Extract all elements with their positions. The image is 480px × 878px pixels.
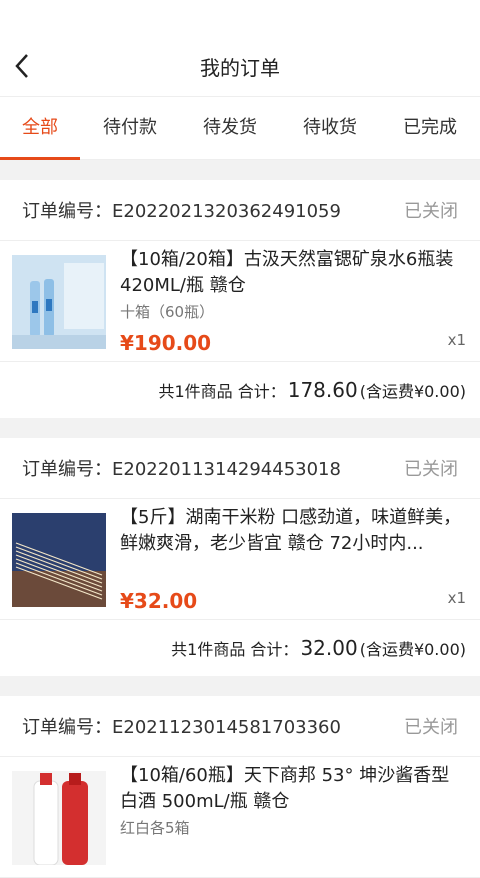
order-card[interactable]: 订单编号：E2021123014581703360 已关闭 【10箱/60瓶】天… [0, 696, 480, 878]
tab-all[interactable]: 全部 [0, 97, 80, 160]
product-quantity: x1 [447, 331, 466, 349]
order-status: 已关闭 [404, 717, 458, 738]
order-item[interactable]: 【5斤】湖南干米粉 口感劲道，味道鲜美，鲜嫩爽滑，老少皆宜 赣仓 72小时内..… [0, 499, 480, 620]
order-number: 订单编号：E2021123014581703360 [22, 717, 341, 738]
shipping-fee: (含运费¥0.00) [359, 382, 466, 401]
order-header: 订单编号：E2022011314294453018 已关闭 [0, 438, 480, 499]
product-price: ¥32.00 [120, 589, 198, 613]
order-card[interactable]: 订单编号：E2022011314294453018 已关闭 【5斤】湖南干米粉 … [0, 438, 480, 676]
tab-pending-payment[interactable]: 待付款 [80, 97, 180, 159]
order-tabs: 全部 待付款 待发货 待收货 已完成 [0, 96, 480, 160]
tab-completed[interactable]: 已完成 [380, 97, 480, 159]
product-title: 【5斤】湖南干米粉 口感劲道，味道鲜美，鲜嫩爽滑，老少皆宜 赣仓 72小时内..… [120, 507, 462, 554]
tab-pending-shipment[interactable]: 待发货 [180, 97, 280, 159]
product-title: 【10箱/60瓶】天下商邦 53° 坤沙酱香型白酒 500mL/瓶 赣仓 [120, 765, 450, 812]
order-total: 178.60 [287, 378, 358, 402]
product-image-rice-noodles [12, 513, 106, 607]
order-card[interactable]: 订单编号：E2022021320362491059 已关闭 【10箱/20箱】古… [0, 180, 480, 418]
order-number: 订单编号：E2022021320362491059 [22, 201, 341, 222]
product-image-water [12, 255, 106, 349]
order-status: 已关闭 [404, 201, 458, 222]
tab-pending-receipt[interactable]: 待收货 [280, 97, 380, 159]
order-number: 订单编号：E2022011314294453018 [22, 459, 341, 480]
order-item[interactable]: 【10箱/20箱】古汲天然富锶矿泉水6瓶装420ML/瓶 赣仓 十箱（60瓶） … [0, 241, 480, 362]
product-price: ¥190.00 [120, 331, 212, 355]
shipping-fee: (含运费¥0.00) [359, 640, 466, 659]
order-status: 已关闭 [404, 459, 458, 480]
page-title: 我的订单 [200, 56, 280, 80]
product-quantity: x1 [447, 589, 466, 607]
order-summary: 共1件商品 合计： 32.00 (含运费¥0.00) [0, 620, 480, 676]
order-summary: 共1件商品 合计： 178.60 (含运费¥0.00) [0, 362, 480, 418]
order-header: 订单编号：E2021123014581703360 已关闭 [0, 696, 480, 757]
product-title: 【10箱/20箱】古汲天然富锶矿泉水6瓶装420ML/瓶 赣仓 [120, 249, 454, 296]
product-spec: 红白各5箱 [120, 819, 190, 837]
product-image-liquor [12, 771, 106, 865]
order-total: 32.00 [300, 636, 358, 660]
summary-label: 共1件商品 合计： [158, 382, 286, 401]
order-item[interactable]: 【10箱/60瓶】天下商邦 53° 坤沙酱香型白酒 500mL/瓶 赣仓 红白各… [0, 757, 480, 878]
summary-label: 共1件商品 合计： [171, 640, 299, 659]
order-header: 订单编号：E2022021320362491059 已关闭 [0, 180, 480, 241]
product-spec: 十箱（60瓶） [120, 303, 215, 321]
top-bar: 我的订单 [0, 0, 480, 96]
